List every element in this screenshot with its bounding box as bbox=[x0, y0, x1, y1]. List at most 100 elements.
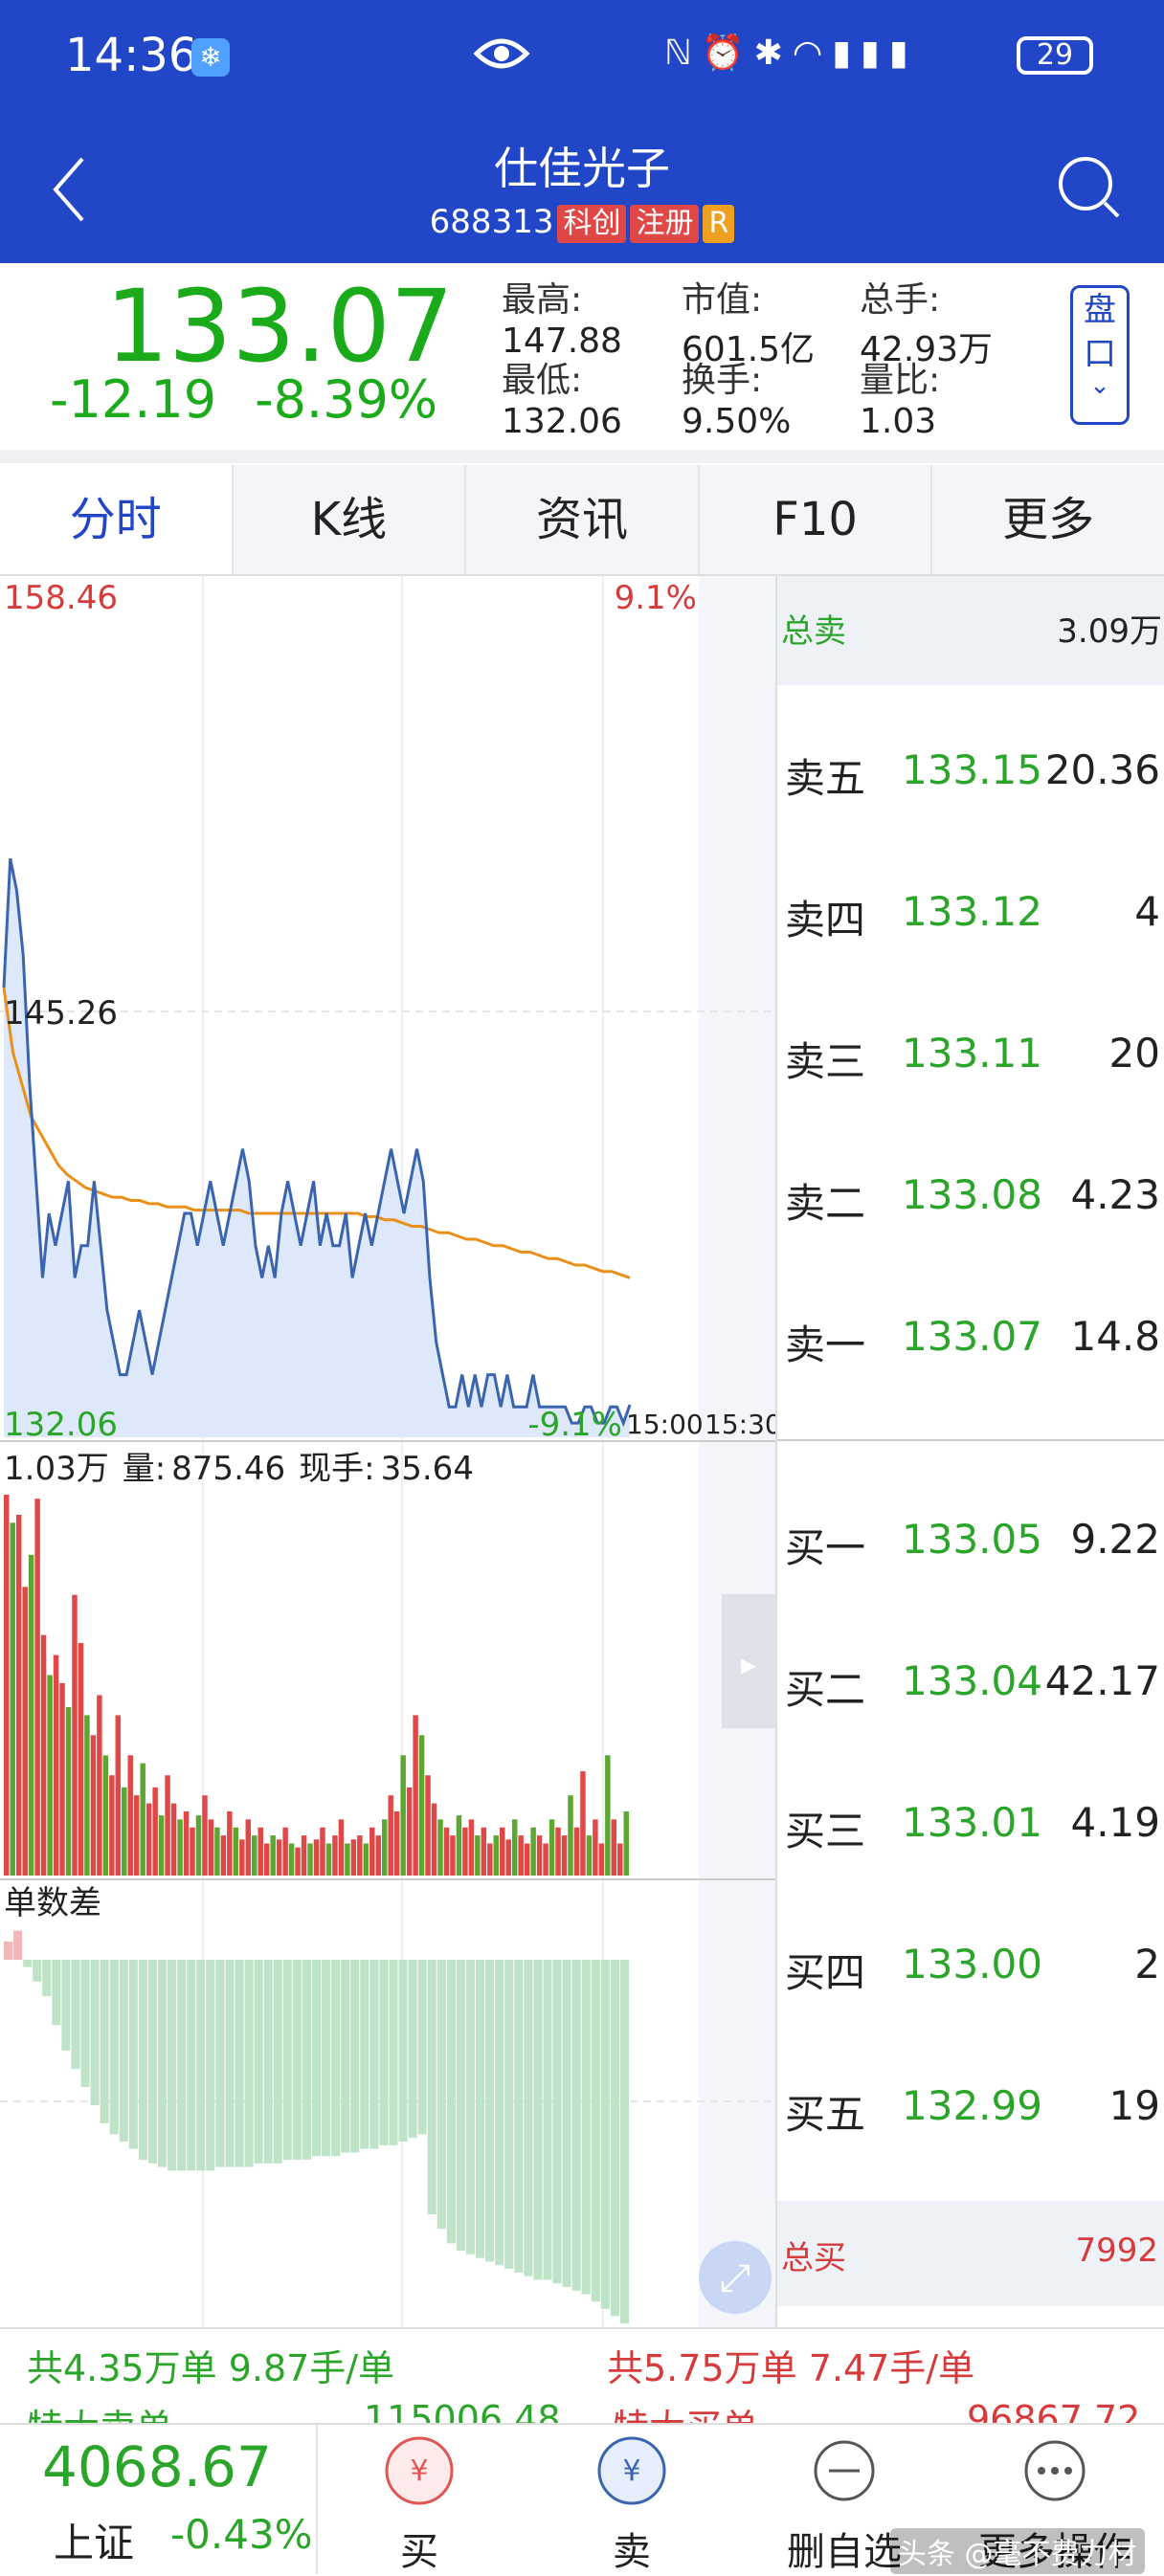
diff-bar bbox=[138, 1960, 147, 2160]
diff-bar bbox=[292, 1960, 302, 2160]
diff-bar bbox=[524, 1960, 533, 2276]
volume-bar bbox=[15, 1514, 22, 1876]
volume-bar bbox=[65, 1707, 72, 1876]
bid-row[interactable]: 买二 133.04 42.17 bbox=[777, 1657, 1164, 1715]
diff-bar bbox=[571, 1960, 581, 2291]
diff-bar bbox=[109, 1960, 119, 2135]
stat-low: 最低: 132.06 bbox=[502, 361, 622, 441]
volume-bar bbox=[511, 1819, 518, 1876]
volume-bar bbox=[443, 1827, 450, 1876]
volume-bars bbox=[4, 1495, 629, 1876]
status-icons: ℕ⏰✱◠▮▮▮ bbox=[664, 33, 918, 73]
diff-bar bbox=[119, 1960, 128, 2142]
diff-bar bbox=[552, 1960, 562, 2284]
volume-bar bbox=[140, 1763, 146, 1876]
volume-bar bbox=[4, 1495, 10, 1876]
ask-row[interactable]: 卖二 133.08 4.23 bbox=[777, 1171, 1164, 1229]
ask-row[interactable]: 卖五 133.15 20.36 bbox=[777, 746, 1164, 804]
diff-bar bbox=[33, 1960, 42, 1982]
volume-bar bbox=[593, 1819, 598, 1876]
tab-news[interactable]: 资讯 bbox=[464, 465, 698, 574]
price-mid-label: 145.26 bbox=[4, 994, 118, 1033]
pct-max-label: 9.1% bbox=[615, 579, 697, 617]
bid-row[interactable]: 买一 133.05 9.22 bbox=[777, 1516, 1164, 1573]
intraday-chart[interactable]: 158.46 9.1% 145.26 132.06 -9.1% 15:00 15… bbox=[0, 576, 775, 2327]
diff-bar bbox=[42, 1960, 52, 1996]
diff-bar bbox=[215, 1960, 225, 2167]
order-book-divider bbox=[777, 1439, 1164, 1441]
diff-bar bbox=[581, 1960, 591, 2295]
ask-row[interactable]: 卖一 133.07 14.8 bbox=[777, 1313, 1164, 1370]
volume-bar bbox=[252, 1835, 257, 1876]
diff-bar bbox=[514, 1960, 524, 2273]
bid-row[interactable]: 买三 133.01 4.19 bbox=[777, 1799, 1164, 1856]
ask-price: 133.11 bbox=[902, 1030, 1042, 1077]
bid-level: 买三 bbox=[785, 1808, 866, 1854]
total-buy-row: 总买 7992 bbox=[777, 2201, 1164, 2306]
bid-row[interactable]: 买四 133.00 2 bbox=[777, 1941, 1164, 1998]
volume-bar bbox=[357, 1835, 363, 1876]
diff-bar bbox=[168, 1960, 177, 2171]
volume-bar bbox=[586, 1835, 593, 1876]
volume-bar bbox=[146, 1803, 152, 1876]
tag-zhuce: 注册 bbox=[630, 205, 700, 243]
volume-bar bbox=[78, 1643, 84, 1876]
volume-bar bbox=[320, 1827, 325, 1876]
more-dots-icon bbox=[1024, 2440, 1086, 2501]
bid-row[interactable]: 买五 132.99 19 bbox=[777, 2082, 1164, 2140]
volume-bar bbox=[388, 1795, 393, 1876]
ask-volume: 4.23 bbox=[1070, 1171, 1160, 1218]
chevron-down-icon: ⌄ bbox=[1089, 371, 1110, 400]
ask-row[interactable]: 卖三 133.11 20 bbox=[777, 1030, 1164, 1087]
buy-big-value: 96867.72 bbox=[967, 2398, 1141, 2425]
diff-bar bbox=[562, 1960, 571, 2287]
time-label-1530: 15:30 bbox=[705, 1409, 775, 1440]
volume-bar bbox=[263, 1843, 270, 1876]
volume-bar bbox=[10, 1522, 15, 1876]
volume-bar bbox=[28, 1554, 34, 1876]
volume-bar bbox=[598, 1843, 605, 1876]
sell-button[interactable]: ¥ 卖 bbox=[536, 2425, 728, 2574]
diff-bar bbox=[157, 1960, 168, 2167]
diff-bars bbox=[4, 1930, 629, 2323]
stock-code: 688313 bbox=[429, 203, 554, 241]
tab-f10[interactable]: F10 bbox=[697, 465, 931, 574]
volume-bar bbox=[573, 1827, 580, 1876]
volume-bar bbox=[115, 1715, 122, 1876]
total-sell-row: 总卖 3.09万 bbox=[777, 576, 1164, 685]
diff-bar bbox=[465, 1960, 476, 2254]
ask-row[interactable]: 卖四 133.12 4 bbox=[777, 888, 1164, 945]
diff-bar bbox=[254, 1960, 263, 2164]
expand-icon: ⤢ bbox=[720, 2256, 750, 2300]
volume-bar bbox=[102, 1755, 109, 1876]
volume-bar bbox=[393, 1810, 400, 1876]
bid-level: 买一 bbox=[785, 1524, 866, 1571]
diff-bar bbox=[282, 1960, 292, 2160]
diff-bar bbox=[273, 1960, 282, 2164]
volume-bar bbox=[127, 1755, 133, 1876]
index-value[interactable]: 4068.67 bbox=[42, 2434, 272, 2499]
tag-r: R bbox=[703, 205, 735, 243]
volume-bar bbox=[475, 1835, 481, 1876]
ask-price: 133.08 bbox=[902, 1171, 1042, 1218]
volume-bar bbox=[90, 1735, 97, 1876]
time-label-1500: 15:00 bbox=[626, 1409, 704, 1440]
tab-kline[interactable]: K线 bbox=[231, 465, 465, 574]
volume-bar bbox=[257, 1827, 263, 1876]
bid-price: 133.04 bbox=[902, 1657, 1042, 1704]
sell-big-label: 特大卖单 bbox=[27, 2398, 172, 2425]
volume-bar bbox=[481, 1827, 487, 1876]
volume-bar bbox=[425, 1775, 431, 1876]
status-time: 14:36 bbox=[65, 29, 198, 82]
volume-bar bbox=[332, 1835, 338, 1876]
diff-bar bbox=[600, 1960, 610, 2309]
pankou-button[interactable]: 盘口 ⌄ bbox=[1070, 285, 1130, 425]
tab-intraday[interactable]: 分时 bbox=[0, 465, 232, 574]
diff-bar bbox=[311, 1960, 322, 2157]
tab-more[interactable]: 更多 bbox=[930, 465, 1164, 574]
search-icon[interactable] bbox=[1055, 153, 1124, 222]
volume-bar bbox=[282, 1827, 288, 1876]
volume-bar bbox=[109, 1775, 115, 1876]
volume-bar bbox=[500, 1827, 505, 1876]
buy-button[interactable]: ¥ 买 bbox=[324, 2425, 515, 2574]
